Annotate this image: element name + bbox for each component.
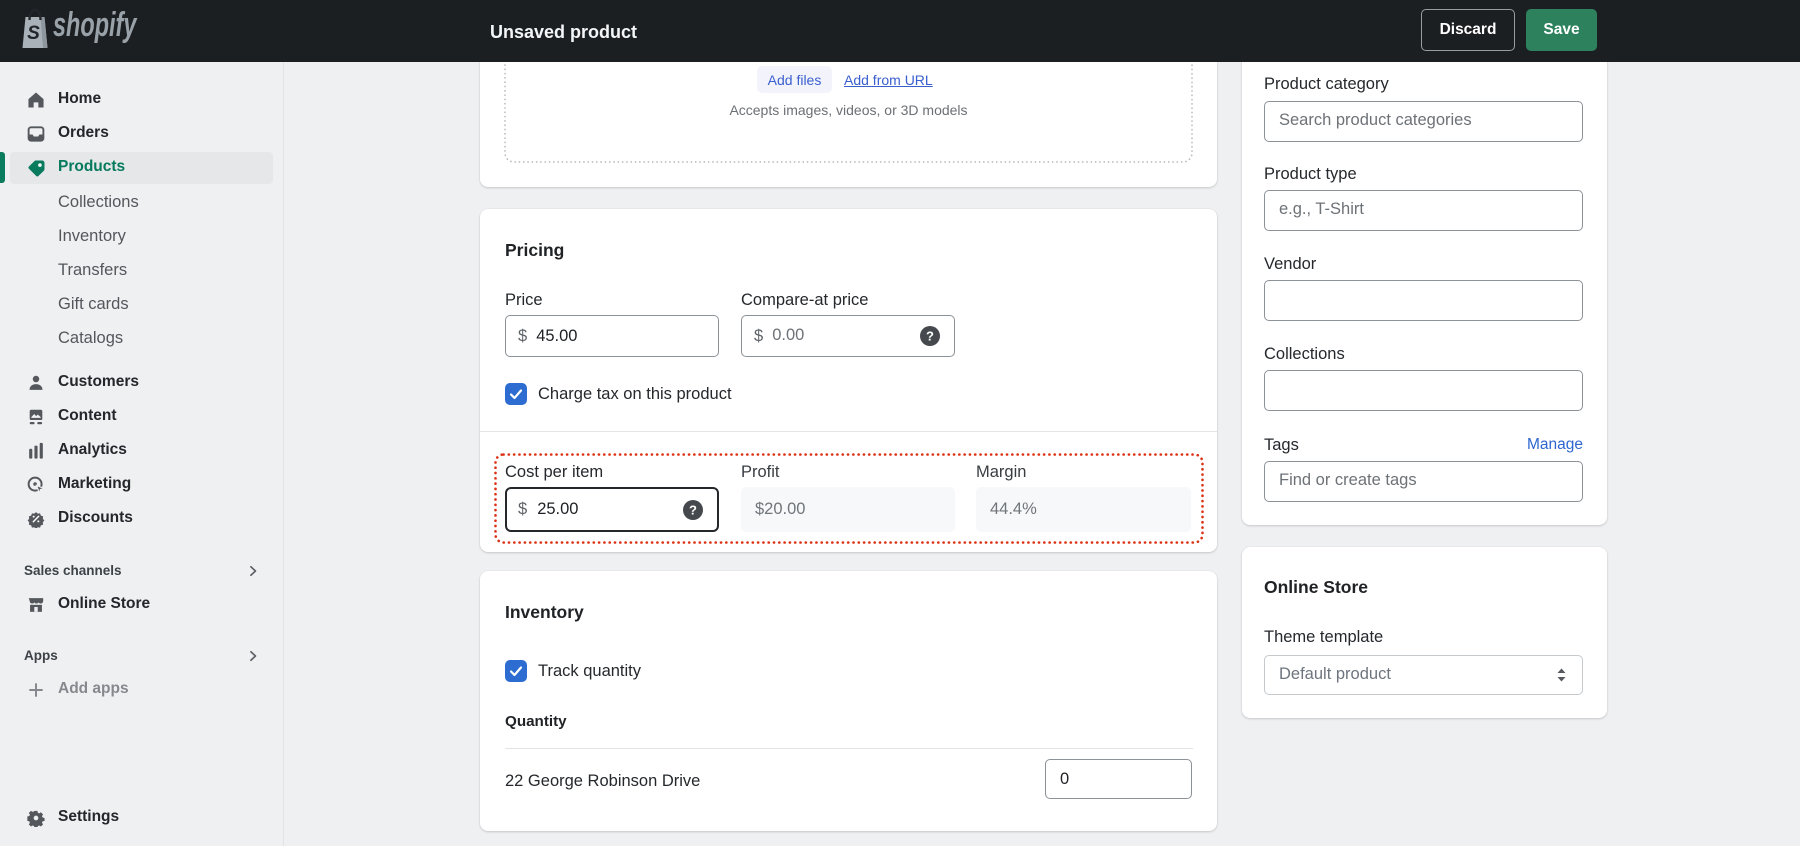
svg-text:?: ? bbox=[926, 329, 934, 344]
svg-text:?: ? bbox=[689, 503, 697, 518]
svg-text:S: S bbox=[27, 23, 40, 44]
